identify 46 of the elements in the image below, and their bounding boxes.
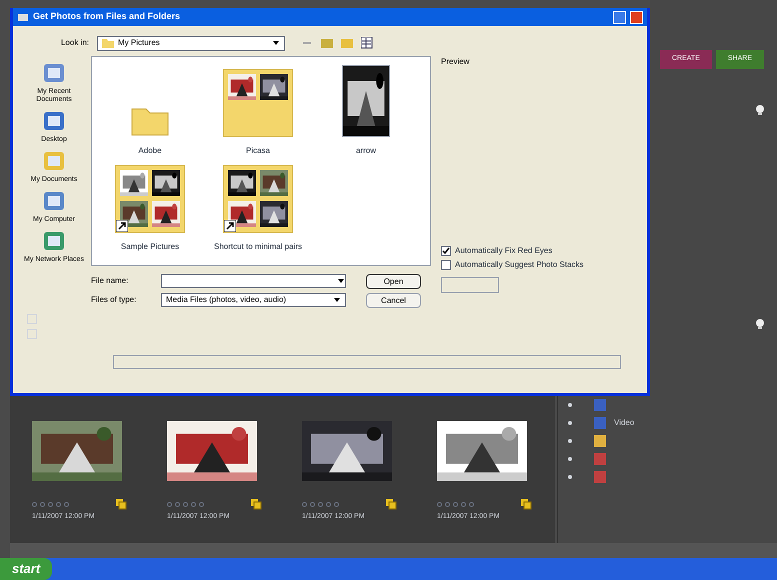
tree-label: Video [614,417,634,429]
file-name: Picasa [246,145,270,157]
tag-icon [385,498,397,510]
file-item[interactable]: Picasa [208,65,308,157]
checkbox-label: Automatically Fix Red Eyes [455,244,552,256]
caret-icon [337,277,345,285]
help-button[interactable] [613,10,626,24]
tag-icon [520,498,532,510]
caret-icon [272,39,280,47]
checkbox[interactable] [441,246,451,256]
file-item[interactable]: Shortcut to minimal pairs [208,161,308,253]
file-name: Adobe [138,145,162,157]
lightbulb-icon [754,104,766,116]
start-button[interactable]: start [0,558,52,580]
checkbox-label: Automatically Suggest Photo Stacks [455,258,584,270]
dialog-button[interactable]: Open [366,274,421,289]
tree-item[interactable]: Video [568,417,777,429]
look-in-dropdown[interactable]: My Pictures [97,36,285,50]
checkbox[interactable] [441,260,451,270]
bullet-icon [568,421,572,425]
file-name-field[interactable] [161,274,346,288]
file-item[interactable]: Adobe [100,65,200,157]
tag-icon [115,498,127,510]
bullet-icon [568,457,572,461]
look-in-label: Look in: [60,37,90,49]
dialog-button[interactable]: Cancel [366,293,421,308]
shortcut-arrow-icon [224,220,236,232]
files-of-type-dropdown[interactable]: Media Files (photos, video, audio) [161,293,346,307]
preview-label: Preview [441,56,470,68]
bullet-icon [568,403,572,407]
close-button[interactable] [630,10,643,24]
tag-icon [250,498,262,510]
file-item[interactable]: Sample Pictures [100,161,200,253]
check-icon [442,246,450,254]
file-name-label: File name: [91,275,130,287]
files-of-type-label: Files of type: [91,294,138,306]
file-name: Sample Pictures [120,241,180,253]
bullet-icon [568,475,572,479]
file-name: Shortcut to minimal pairs [214,241,302,253]
file-name: arrow [356,145,376,157]
file-item[interactable]: arrow [316,65,416,157]
caret-icon [333,296,341,304]
window-title: Get Photos from Files and Folders [33,10,180,24]
lightbulb-icon [754,318,766,330]
shortcut-arrow-icon [116,220,128,232]
bullet-icon [568,439,572,443]
